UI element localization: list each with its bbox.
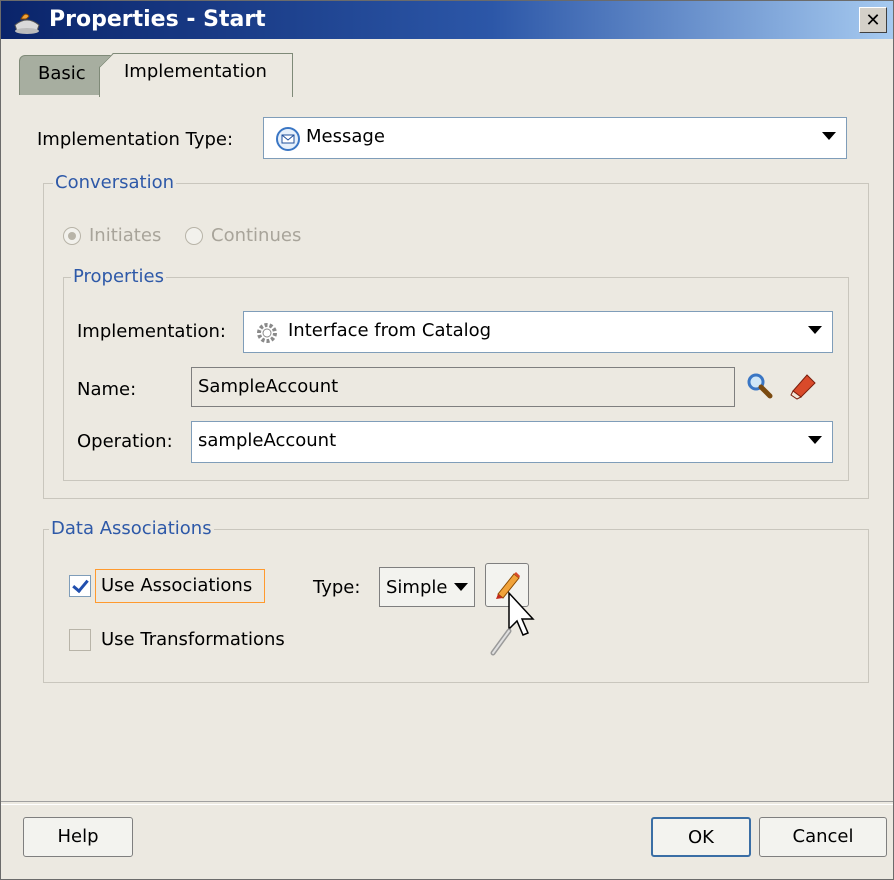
properties-legend: Properties xyxy=(71,266,166,287)
close-icon: ✕ xyxy=(865,10,881,31)
initiates-radio[interactable] xyxy=(63,227,81,245)
type-label: Type: xyxy=(313,577,361,598)
cancel-button[interactable]: Cancel xyxy=(759,817,887,857)
use-transformations-checkbox[interactable] xyxy=(69,629,91,651)
name-value: SampleAccount xyxy=(198,376,339,397)
cancel-button-label: Cancel xyxy=(792,826,854,847)
tab-implementation-label: Implementation xyxy=(124,61,267,82)
implementation-type-select[interactable]: Message xyxy=(263,117,847,159)
name-field[interactable]: SampleAccount xyxy=(191,367,735,407)
operation-value: sampleAccount xyxy=(198,430,337,451)
eraser-icon[interactable] xyxy=(787,369,819,401)
implementation-type-value: Message xyxy=(306,126,385,147)
name-label: Name: xyxy=(77,379,137,400)
use-transformations-label[interactable]: Use Transformations xyxy=(101,629,285,650)
conversation-legend: Conversation xyxy=(53,172,177,193)
implementation-value: Interface from Catalog xyxy=(288,320,492,341)
chevron-down-icon xyxy=(808,326,822,334)
help-button-label: Help xyxy=(57,826,99,847)
implementation-type-label: Implementation Type: xyxy=(37,129,234,150)
initiates-label: Initiates xyxy=(89,225,162,246)
implementation-select[interactable]: Interface from Catalog xyxy=(243,311,833,353)
operation-select[interactable]: sampleAccount xyxy=(191,421,833,463)
app-icon xyxy=(14,13,40,34)
message-icon xyxy=(276,127,300,151)
use-associations-checkbox[interactable] xyxy=(69,575,91,597)
help-button[interactable]: Help xyxy=(23,817,133,857)
implementation-label: Implementation: xyxy=(77,321,226,342)
cursor-with-pencil-icon xyxy=(490,591,535,656)
tab-basic-label: Basic xyxy=(38,63,86,84)
ok-button-label: OK xyxy=(688,827,714,848)
tab-implementation[interactable]: Implementation xyxy=(99,53,293,97)
use-associations-label[interactable]: Use Associations xyxy=(101,575,252,596)
title-bar[interactable]: Properties - Start ✕ xyxy=(1,1,893,39)
gear-icon xyxy=(257,323,277,343)
operation-label: Operation: xyxy=(77,431,173,452)
search-icon[interactable] xyxy=(745,371,775,401)
chevron-down-icon xyxy=(808,436,822,444)
divider xyxy=(1,801,893,805)
close-button[interactable]: ✕ xyxy=(859,7,887,33)
data-associations-legend: Data Associations xyxy=(49,518,214,539)
continues-radio[interactable] xyxy=(185,227,203,245)
dialog-title: Properties - Start xyxy=(49,7,266,32)
ok-button[interactable]: OK xyxy=(651,817,751,857)
tab-basic[interactable]: Basic xyxy=(19,55,111,95)
continues-label: Continues xyxy=(211,225,302,246)
chevron-down-icon xyxy=(822,132,836,140)
type-select[interactable]: Simple xyxy=(379,567,475,607)
type-value: Simple xyxy=(386,577,448,598)
chevron-down-icon xyxy=(454,583,468,591)
properties-dialog: Properties - Start ✕ Basic Implementatio… xyxy=(0,0,894,880)
